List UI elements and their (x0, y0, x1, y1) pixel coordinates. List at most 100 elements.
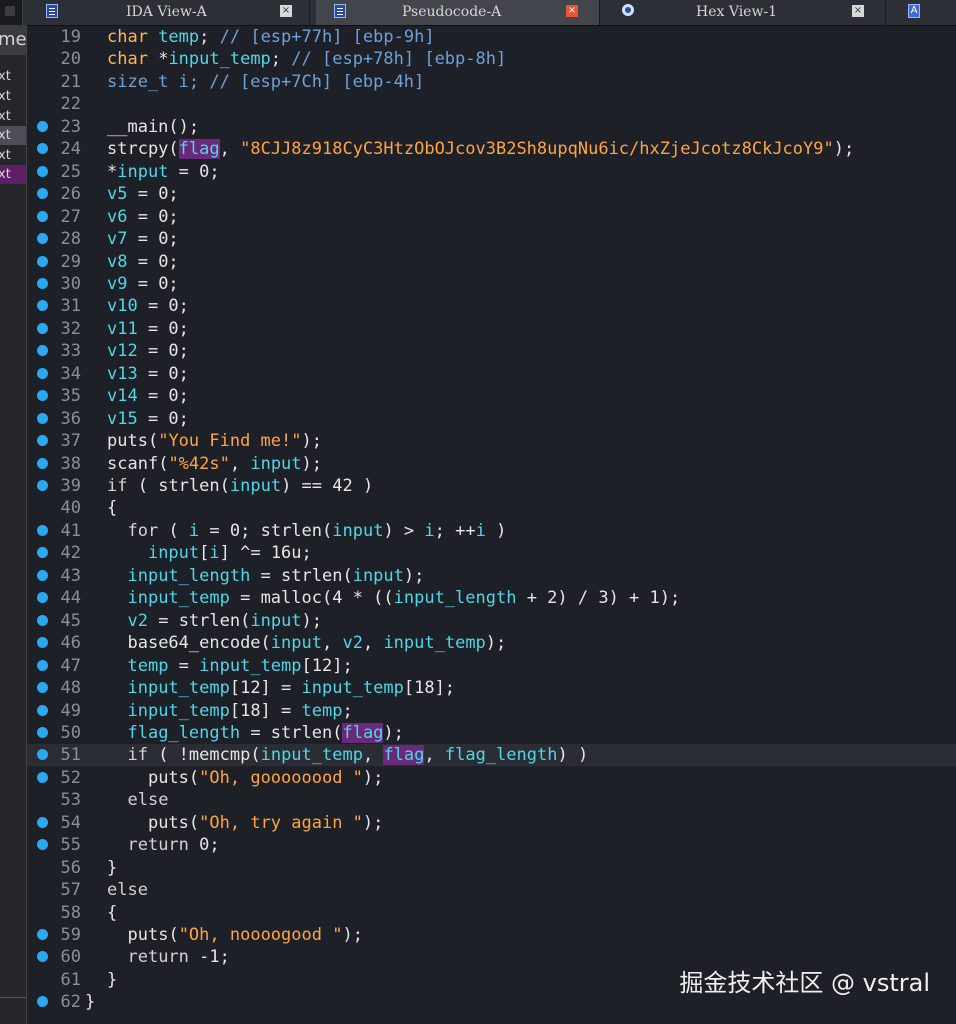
breakpoint-dot-icon[interactable] (37, 771, 48, 783)
code-token[interactable]: v12 (107, 341, 138, 361)
tab-ida-view-a[interactable]: IDA View-A × (30, 0, 310, 25)
code-token[interactable] (107, 633, 127, 653)
code-token[interactable]: , (363, 633, 383, 653)
code-text[interactable]: v6 = 0; (107, 206, 179, 228)
code-line[interactable]: 38 scanf("%42s", input); (27, 453, 956, 475)
code-text[interactable]: { (107, 902, 117, 924)
code-token[interactable] (107, 813, 148, 833)
code-token[interactable]: puts (107, 431, 148, 451)
code-token[interactable]: input_temp (127, 678, 229, 698)
breakpoint-dot-icon[interactable] (37, 547, 48, 559)
code-text[interactable]: else (107, 789, 168, 811)
code-token[interactable]: = 0; (199, 521, 260, 541)
code-token[interactable]: if (127, 745, 147, 765)
code-token[interactable]: input_temp (383, 633, 485, 653)
code-token[interactable]: input_temp (199, 656, 301, 676)
code-token[interactable]: = (230, 588, 261, 608)
code-token[interactable]: input_temp (261, 745, 363, 765)
code-token[interactable]: ) ) (557, 745, 588, 765)
code-token[interactable]: [ (199, 543, 209, 563)
code-token[interactable]: v2 (127, 611, 147, 631)
code-token[interactable]: * (107, 162, 117, 182)
code-token[interactable]: else (127, 790, 168, 810)
code-token[interactable]: v5 (107, 184, 127, 204)
code-token[interactable]: ) == 42 ) (281, 476, 373, 496)
code-token[interactable]: input_temp (168, 49, 270, 69)
code-text[interactable]: { (107, 497, 117, 519)
code-token[interactable]: ( (158, 454, 168, 474)
code-text[interactable]: char *input_temp; // [esp+78h] [ebp-8h] (107, 48, 506, 70)
code-token[interactable]: memcmp (189, 745, 250, 765)
code-token[interactable] (107, 656, 127, 676)
code-token[interactable]: input (250, 611, 301, 631)
code-text[interactable]: v2 = strlen(input); (107, 610, 322, 632)
code-token[interactable]: puts (148, 813, 189, 833)
code-token[interactable]: (); (168, 117, 199, 137)
code-text[interactable]: flag_length = strlen(flag); (107, 722, 404, 744)
code-token[interactable]: = 0; (127, 184, 179, 204)
code-text[interactable]: base64_encode(input, v2, input_temp); (107, 632, 506, 654)
side-panel-item[interactable]: xt (0, 126, 26, 145)
code-token[interactable]: , (363, 745, 383, 765)
code-token[interactable]: i (189, 521, 199, 541)
code-line[interactable]: 46 base64_encode(input, v2, input_temp); (27, 632, 956, 654)
code-token[interactable]: "Oh, goooooood " (199, 768, 363, 788)
code-token[interactable]: return (127, 835, 188, 855)
code-token[interactable]: ( (158, 521, 189, 541)
code-text[interactable]: if ( strlen(input) == 42 ) (107, 475, 373, 497)
code-token[interactable]: ) (486, 521, 506, 541)
code-token[interactable]: ; (199, 27, 219, 47)
code-token[interactable]: ; (271, 49, 291, 69)
breakpoint-dot-icon[interactable] (37, 390, 48, 402)
code-token[interactable]: return (127, 947, 188, 967)
code-text[interactable]: puts("Oh, noooogood "); (107, 924, 362, 946)
code-token[interactable]: strlen (261, 521, 322, 541)
breakpoint-dot-icon[interactable] (37, 233, 48, 245)
code-token[interactable]: v2 (342, 633, 362, 653)
code-line[interactable]: 41 for ( i = 0; strlen(input) > i; ++i ) (27, 520, 956, 542)
code-token[interactable]: ); (302, 611, 322, 631)
code-line[interactable]: 32 v11 = 0; (27, 318, 956, 340)
code-text[interactable]: v9 = 0; (107, 273, 179, 295)
code-token[interactable]: if (107, 476, 127, 496)
code-text[interactable]: input_length = strlen(input); (107, 565, 424, 587)
code-token[interactable]: else (107, 880, 148, 900)
code-token[interactable] (107, 701, 127, 721)
code-token[interactable]: ); (383, 723, 403, 743)
code-token[interactable]: flag_length (445, 745, 558, 765)
code-token[interactable] (107, 768, 148, 788)
breakpoint-dot-icon[interactable] (37, 637, 48, 649)
code-line[interactable]: 51 if ( !memcmp(input_temp, flag, flag_l… (27, 744, 956, 767)
code-token[interactable]: ); (302, 454, 322, 474)
code-text[interactable]: strcpy(flag, "8CJJ8z918CyC3HtzObOJcov3B2… (107, 138, 854, 160)
code-token[interactable]: ); (342, 925, 362, 945)
code-token[interactable]: v6 (107, 207, 127, 227)
code-token[interactable]: v8 (107, 252, 127, 272)
code-text[interactable]: } (85, 991, 95, 1013)
code-token[interactable]: v10 (107, 296, 138, 316)
code-token[interactable]: = (250, 566, 281, 586)
code-token[interactable]: char (107, 27, 158, 47)
code-text[interactable]: temp = input_temp[12]; (107, 655, 352, 677)
code-line[interactable]: 20 char *input_temp; // [esp+78h] [ebp-8h… (27, 48, 956, 70)
breakpoint-dot-icon[interactable] (37, 839, 48, 851)
code-text[interactable]: char temp; // [esp+77h] [ebp-9h] (107, 26, 435, 48)
code-token[interactable]: = 0; (138, 409, 189, 429)
breakpoint-dot-icon[interactable] (37, 120, 48, 132)
breakpoint-dot-icon[interactable] (37, 682, 48, 694)
code-line[interactable]: 39 if ( strlen(input) == 42 ) (27, 475, 956, 497)
code-token[interactable]: temp (302, 701, 343, 721)
code-token[interactable]: v9 (107, 274, 127, 294)
code-token[interactable]: "%42s" (168, 454, 229, 474)
code-token[interactable]: strlen (158, 476, 219, 496)
code-token[interactable]: ); (363, 813, 383, 833)
breakpoint-dot-icon[interactable] (37, 322, 48, 334)
code-token[interactable]: input_length (394, 588, 517, 608)
breakpoint-dot-icon[interactable] (37, 345, 48, 357)
code-token[interactable]: i (424, 521, 434, 541)
code-text[interactable]: v11 = 0; (107, 318, 189, 340)
code-token[interactable]: ( ! (148, 745, 189, 765)
code-token[interactable]: "8CJJ8z918CyC3HtzObOJcov3B2Sh8upqNu6ic/h… (240, 139, 834, 159)
code-token[interactable]: (4 * (( (322, 588, 394, 608)
close-icon[interactable]: × (280, 5, 292, 17)
